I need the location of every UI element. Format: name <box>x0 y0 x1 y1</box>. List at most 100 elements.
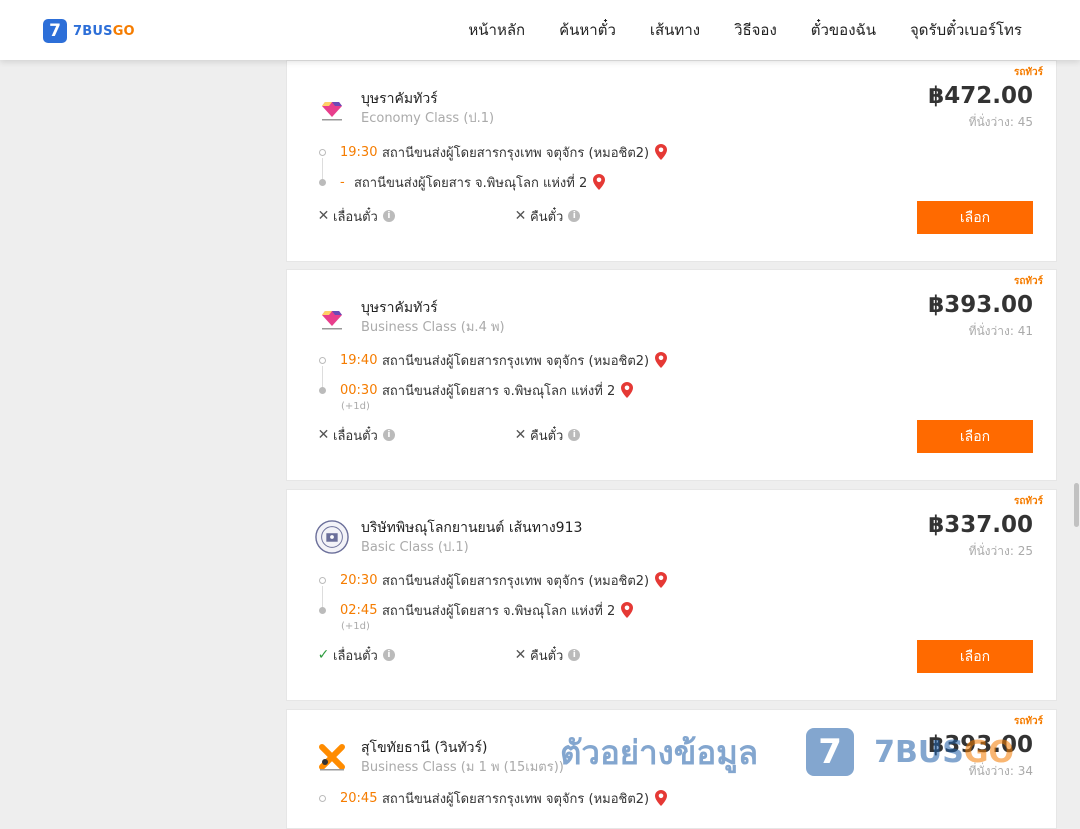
departure-stop: 19:40 สถานีขนส่งผู้โดยสารกรุงเทพ จตุจักร… <box>319 350 668 370</box>
seal-logo-icon <box>315 520 349 554</box>
departure-station: สถานีขนส่งผู้โดยสารกรุงเทพ จตุจักร (หมอช… <box>382 145 650 161</box>
trip-card: รถทัวร์ บุษราคัมทัวร์ Business Class (ม.… <box>286 269 1057 481</box>
trip-card: รถทัวร์ บุษราคัมทัวร์ Economy Class (ป.1… <box>286 60 1057 262</box>
next-day-indicator: (+1d) <box>341 621 370 632</box>
arrival-time: - <box>340 174 345 190</box>
arrival-station: สถานีขนส่งผู้โดยสาร จ.พิษณุโลก แห่งที่ 2 <box>354 175 588 191</box>
nav-ticket-pickup-contacts[interactable]: จุดรับตั๋วเบอร์โทร <box>910 18 1022 42</box>
seats-available: ที่นั่งว่าง: 34 <box>968 764 1033 778</box>
info-icon[interactable]: i <box>382 429 395 441</box>
nav-how-to-book[interactable]: วิธีจอง <box>734 18 777 42</box>
refund-ticket-policy: ✕ คืนตั๋ว i <box>514 425 581 445</box>
arrival-dot-icon <box>319 606 326 614</box>
refund-ticket-policy: ✕ คืนตั๋ว i <box>514 206 581 226</box>
refund-ticket-policy: ✕ คืนตั๋ว i <box>514 645 581 665</box>
bus-class: Economy Class (ป.1) <box>361 111 495 126</box>
main-nav: หน้าหลัก ค้นหาตั๋ว เส้นทาง วิธีจอง ตั๋วข… <box>468 0 1022 60</box>
arrival-station: สถานีขนส่งผู้โดยสาร จ.พิษณุโลก แห่งที่ 2 <box>382 603 616 619</box>
map-pin-icon[interactable] <box>593 174 606 190</box>
departure-station: สถานีขนส่งผู้โดยสารกรุงเทพ จตุจักร (หมอช… <box>382 573 650 589</box>
seats-available: ที่นั่งว่าง: 25 <box>968 544 1033 558</box>
departure-dot-icon <box>319 356 326 364</box>
departure-time: 20:45 <box>340 790 378 806</box>
departure-station: สถานีขนส่งผู้โดยสารกรุงเทพ จตุจักร (หมอช… <box>382 353 650 369</box>
logo-badge-icon: 7 <box>43 19 67 43</box>
nav-routes[interactable]: เส้นทาง <box>650 18 700 42</box>
cross-icon: ✕ <box>514 208 527 224</box>
arrival-dot-icon <box>319 178 326 186</box>
win-tour-logo-icon <box>315 740 349 774</box>
arrival-time: 00:30 <box>340 382 378 398</box>
refund-ticket-label: คืนตั๋ว <box>530 648 564 664</box>
map-pin-icon[interactable] <box>655 144 668 160</box>
change-ticket-label: เลื่อนตั๋ว <box>333 209 378 225</box>
departure-time: 20:30 <box>340 572 378 588</box>
trip-card: รถทัวร์ สุโขทัยธานี (วินทัวร์) Business … <box>286 709 1057 829</box>
select-trip-button[interactable]: เลือก <box>917 420 1033 453</box>
arrival-stop: 02:45 สถานีขนส่งผู้โดยสาร จ.พิษณุโลก แห่… <box>319 600 634 620</box>
ticket-price: ฿393.00 <box>928 732 1033 758</box>
map-pin-icon[interactable] <box>655 352 668 368</box>
cross-icon: ✕ <box>317 208 330 224</box>
arrival-stop: - สถานีขนส่งผู้โดยสาร จ.พิษณุโลก แห่งที่… <box>319 172 606 192</box>
change-ticket-label: เลื่อนตั๋ว <box>333 428 378 444</box>
map-pin-icon[interactable] <box>621 382 634 398</box>
change-ticket-policy: ✕ เลื่อนตั๋ว i <box>317 425 395 445</box>
change-ticket-label: เลื่อนตั๋ว <box>333 648 378 664</box>
nav-my-tickets[interactable]: ตั๋วของฉัน <box>811 18 876 42</box>
scrollbar-thumb[interactable] <box>1074 483 1079 527</box>
arrival-stop: 00:30 สถานีขนส่งผู้โดยสาร จ.พิษณุโลก แห่… <box>319 380 634 400</box>
arrival-time: 02:45 <box>340 602 378 618</box>
ticket-price: ฿337.00 <box>928 512 1033 538</box>
select-trip-button[interactable]: เลือก <box>917 201 1033 234</box>
bus-type-tag: รถทัวร์ <box>1013 496 1043 507</box>
change-ticket-policy: ✕ เลื่อนตั๋ว i <box>317 206 395 226</box>
departure-dot-icon <box>319 794 326 802</box>
cross-icon: ✕ <box>317 427 330 443</box>
cross-icon: ✕ <box>514 427 527 443</box>
seats-available: ที่นั่งว่าง: 45 <box>968 115 1033 129</box>
logo-text: 7BUSGO <box>73 23 135 39</box>
next-day-indicator: (+1d) <box>341 401 370 412</box>
bus-class: Basic Class (ป.1) <box>361 540 469 555</box>
arrival-station: สถานีขนส่งผู้โดยสาร จ.พิษณุโลก แห่งที่ 2 <box>382 383 616 399</box>
departure-dot-icon <box>319 148 326 156</box>
map-pin-icon[interactable] <box>655 572 668 588</box>
info-icon[interactable]: i <box>568 210 581 222</box>
diamond-logo-icon <box>315 300 349 334</box>
info-icon[interactable]: i <box>382 210 395 222</box>
nav-home[interactable]: หน้าหลัก <box>468 18 525 42</box>
refund-ticket-label: คืนตั๋ว <box>530 209 564 225</box>
check-icon: ✓ <box>317 647 330 663</box>
refund-ticket-label: คืนตั๋ว <box>530 428 564 444</box>
map-pin-icon[interactable] <box>655 790 668 806</box>
trip-card: รถทัวร์ บริษัทพิษณุโลกยานยนต์ เส้นทาง913… <box>286 489 1057 701</box>
arrival-dot-icon <box>319 386 326 394</box>
change-ticket-policy: ✓ เลื่อนตั๋ว i <box>317 645 395 665</box>
departure-station: สถานีขนส่งผู้โดยสารกรุงเทพ จตุจักร (หมอช… <box>382 791 650 807</box>
info-icon[interactable]: i <box>568 649 581 661</box>
departure-stop: 20:45 สถานีขนส่งผู้โดยสารกรุงเทพ จตุจักร… <box>319 788 668 808</box>
cross-icon: ✕ <box>514 647 527 663</box>
info-icon[interactable]: i <box>568 429 581 441</box>
departure-stop: 20:30 สถานีขนส่งผู้โดยสารกรุงเทพ จตุจักร… <box>319 570 668 590</box>
top-navbar: 7 7BUSGO หน้าหลัก ค้นหาตั๋ว เส้นทาง วิธี… <box>0 0 1080 60</box>
bus-class: Business Class (ม.4 พ) <box>361 320 505 335</box>
departure-stop: 19:30 สถานีขนส่งผู้โดยสารกรุงเทพ จตุจักร… <box>319 142 668 162</box>
diamond-logo-icon <box>315 91 349 125</box>
departure-dot-icon <box>319 576 326 584</box>
departure-time: 19:30 <box>340 144 378 160</box>
bus-type-tag: รถทัวร์ <box>1013 716 1043 727</box>
ticket-price: ฿393.00 <box>928 292 1033 318</box>
page-scrollbar[interactable] <box>1072 60 1080 800</box>
departure-time: 19:40 <box>340 352 378 368</box>
info-icon[interactable]: i <box>382 649 395 661</box>
bus-type-tag: รถทัวร์ <box>1013 276 1043 287</box>
map-pin-icon[interactable] <box>621 602 634 618</box>
bus-class: Business Class (ม 1 พ (15เมตร)) <box>361 760 564 775</box>
nav-search-ticket[interactable]: ค้นหาตั๋ว <box>559 18 616 42</box>
seats-available: ที่นั่งว่าง: 41 <box>968 324 1033 338</box>
select-trip-button[interactable]: เลือก <box>917 640 1033 673</box>
site-logo[interactable]: 7 7BUSGO <box>43 19 135 43</box>
ticket-price: ฿472.00 <box>928 83 1033 109</box>
